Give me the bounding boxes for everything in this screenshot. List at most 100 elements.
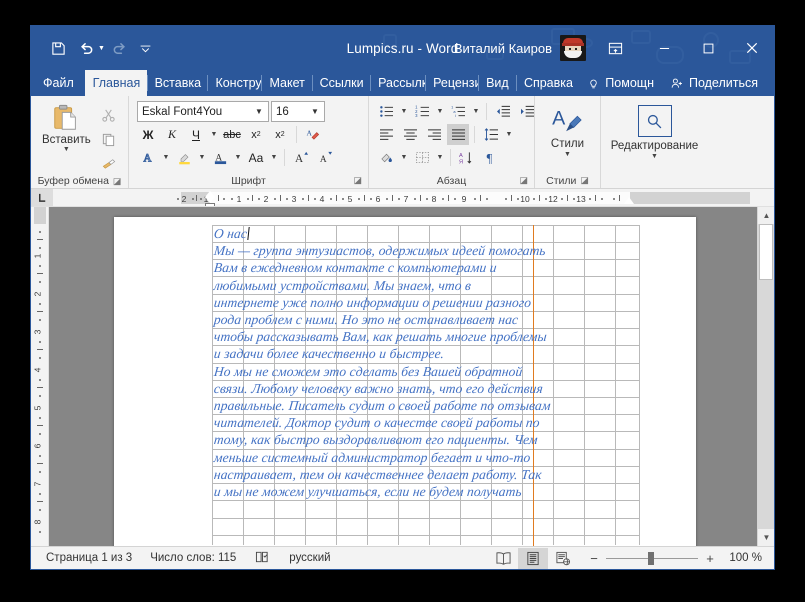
styles-dropdown-icon[interactable]: ▼ — [564, 151, 571, 159]
tab-references[interactable]: Ссылки — [311, 70, 370, 96]
tab-help[interactable]: Справка — [515, 70, 579, 96]
quick-access-toolbar[interactable]: ▼ — [45, 35, 157, 61]
shading-icon[interactable] — [375, 147, 397, 168]
grow-font-icon[interactable]: A — [290, 147, 312, 168]
align-justify-icon[interactable] — [447, 124, 469, 145]
superscript-button[interactable]: x2 — [269, 124, 291, 145]
horizontal-ruler[interactable]: 2 1 1 2 3 4 5 6 7 8 9 10 12 13 — [31, 189, 774, 207]
document-page[interactable]: О нас Мы — группа энтузиастов, одержимых… — [114, 217, 696, 546]
paragraph-dialog-launcher[interactable]: ◪ — [519, 175, 528, 186]
vertical-scrollbar[interactable]: ▲ ▼ — [757, 207, 774, 546]
customize-qat-chevron-down-icon[interactable] — [135, 35, 157, 61]
align-center-icon[interactable] — [399, 124, 421, 145]
ruler-track[interactable]: 2 1 1 2 3 4 5 6 7 8 9 10 12 13 — [53, 189, 774, 206]
web-layout-icon[interactable] — [548, 548, 578, 569]
align-right-icon[interactable] — [423, 124, 445, 145]
scroll-thumb[interactable] — [759, 224, 773, 280]
tab-review[interactable]: Рецензир — [425, 70, 478, 96]
align-left-icon[interactable] — [375, 124, 397, 145]
tab-design[interactable]: Конструк — [207, 70, 261, 96]
font-dialog-launcher[interactable]: ◪ — [353, 175, 362, 186]
bullets-chevron-down-icon[interactable]: ▼ — [399, 108, 409, 115]
zoom-level[interactable]: 100 % — [722, 552, 762, 564]
bullets-icon[interactable] — [375, 101, 397, 122]
right-indent-marker[interactable] — [624, 197, 634, 204]
line-spacing-icon[interactable] — [480, 124, 502, 145]
zoom-in-button[interactable]: + — [704, 551, 716, 566]
maximize-button[interactable] — [686, 27, 730, 69]
font-name-input[interactable]: Eskal Font4You ▼ — [137, 101, 269, 122]
account-name[interactable]: Виталий Каиров — [454, 41, 552, 56]
borders-chevron-down-icon[interactable]: ▼ — [435, 154, 445, 161]
find-icon[interactable] — [637, 105, 672, 137]
multilevel-list-icon[interactable]: 1 a i — [447, 101, 469, 122]
language-indicator[interactable]: русский — [280, 552, 339, 564]
line-spacing-chevron-down-icon[interactable]: ▼ — [504, 131, 514, 138]
bold-button[interactable]: Ж — [137, 124, 159, 145]
close-button[interactable] — [730, 27, 774, 69]
italic-button[interactable]: К — [161, 124, 183, 145]
highlight-chevron-down-icon[interactable]: ▼ — [197, 154, 207, 161]
redo-icon[interactable] — [107, 35, 133, 61]
styles-button[interactable]: A Стили ▼ — [540, 101, 596, 163]
zoom-out-button[interactable]: − — [588, 551, 600, 566]
font-name-chevron-down-icon[interactable]: ▼ — [252, 107, 266, 116]
page-indicator[interactable]: Страница 1 из 3 — [37, 552, 141, 564]
strikethrough-button[interactable]: abc — [221, 124, 243, 145]
clipboard-dialog-launcher[interactable]: ◪ — [113, 176, 122, 187]
tab-view[interactable]: Вид — [478, 70, 516, 96]
tell-me-button[interactable]: Помощн — [579, 76, 662, 90]
paste-dropdown-icon[interactable]: ▼ — [63, 146, 70, 153]
decrease-indent-icon[interactable] — [492, 101, 514, 122]
subscript-button[interactable]: x2 — [245, 124, 267, 145]
zoom-slider-thumb[interactable] — [648, 551, 654, 565]
share-button[interactable]: Поделиться — [662, 76, 766, 90]
document-text[interactable]: О нас Мы — группа энтузиастов, одержимых… — [213, 225, 644, 500]
paste-button[interactable]: Вставить ▼ — [36, 101, 97, 155]
text-highlight-icon[interactable] — [173, 147, 195, 168]
proofing-errors-icon[interactable] — [245, 550, 280, 567]
change-case-button[interactable]: Aa — [245, 147, 267, 168]
text-effects-chevron-down-icon[interactable]: ▼ — [161, 154, 171, 161]
shading-chevron-down-icon[interactable]: ▼ — [399, 154, 409, 161]
document-canvas[interactable]: О нас Мы — группа энтузиастов, одержимых… — [49, 207, 757, 546]
save-sync-icon[interactable] — [45, 35, 71, 61]
format-painter-icon[interactable] — [97, 152, 121, 174]
borders-icon[interactable] — [411, 147, 433, 168]
text-effects-icon[interactable]: A — [137, 147, 159, 168]
numbering-chevron-down-icon[interactable]: ▼ — [435, 108, 445, 115]
print-layout-icon[interactable] — [518, 547, 548, 569]
scroll-down-button[interactable]: ▼ — [758, 529, 774, 546]
ribbon-display-options-icon[interactable] — [600, 34, 630, 62]
avatar[interactable] — [560, 35, 586, 61]
font-color-chevron-down-icon[interactable]: ▼ — [233, 154, 243, 161]
show-marks-icon[interactable]: ¶ — [480, 147, 502, 168]
tab-home[interactable]: Главная — [84, 70, 147, 96]
editing-dropdown-icon[interactable]: ▼ — [651, 153, 658, 161]
font-size-input[interactable]: 16 ▼ — [271, 101, 325, 122]
font-size-chevron-down-icon[interactable]: ▼ — [308, 107, 322, 116]
tab-file[interactable]: Файл — [31, 70, 85, 96]
undo-dropdown-icon[interactable]: ▼ — [98, 45, 105, 52]
cut-scissors-icon[interactable] — [97, 104, 121, 126]
word-count[interactable]: Число слов: 115 — [141, 552, 245, 564]
vertical-ruler[interactable]: 1 2 3 4 5 6 7 8 — [31, 207, 49, 546]
multilevel-chevron-down-icon[interactable]: ▼ — [471, 108, 481, 115]
font-color-icon[interactable]: A — [209, 147, 231, 168]
read-mode-icon[interactable] — [488, 548, 518, 569]
editing-button[interactable]: Редактирование ▼ — [606, 101, 703, 165]
scroll-track[interactable] — [758, 224, 774, 529]
clear-formatting-icon[interactable]: A — [302, 124, 324, 145]
zoom-slider[interactable] — [606, 551, 698, 565]
styles-dialog-launcher[interactable]: ◪ — [580, 175, 589, 186]
underline-button[interactable]: Ч — [185, 124, 207, 145]
numbering-icon[interactable]: 1 2 3 — [411, 101, 433, 122]
underline-chevron-down-icon[interactable]: ▼ — [209, 131, 219, 138]
scroll-up-button[interactable]: ▲ — [758, 207, 774, 224]
sort-icon[interactable]: A Я — [456, 147, 478, 168]
minimize-button[interactable] — [642, 27, 686, 69]
tab-layout[interactable]: Макет — [261, 70, 311, 96]
tab-mailings[interactable]: Рассылк — [370, 70, 425, 96]
shrink-font-icon[interactable]: A — [314, 147, 336, 168]
left-indent-marker[interactable] — [205, 203, 215, 206]
